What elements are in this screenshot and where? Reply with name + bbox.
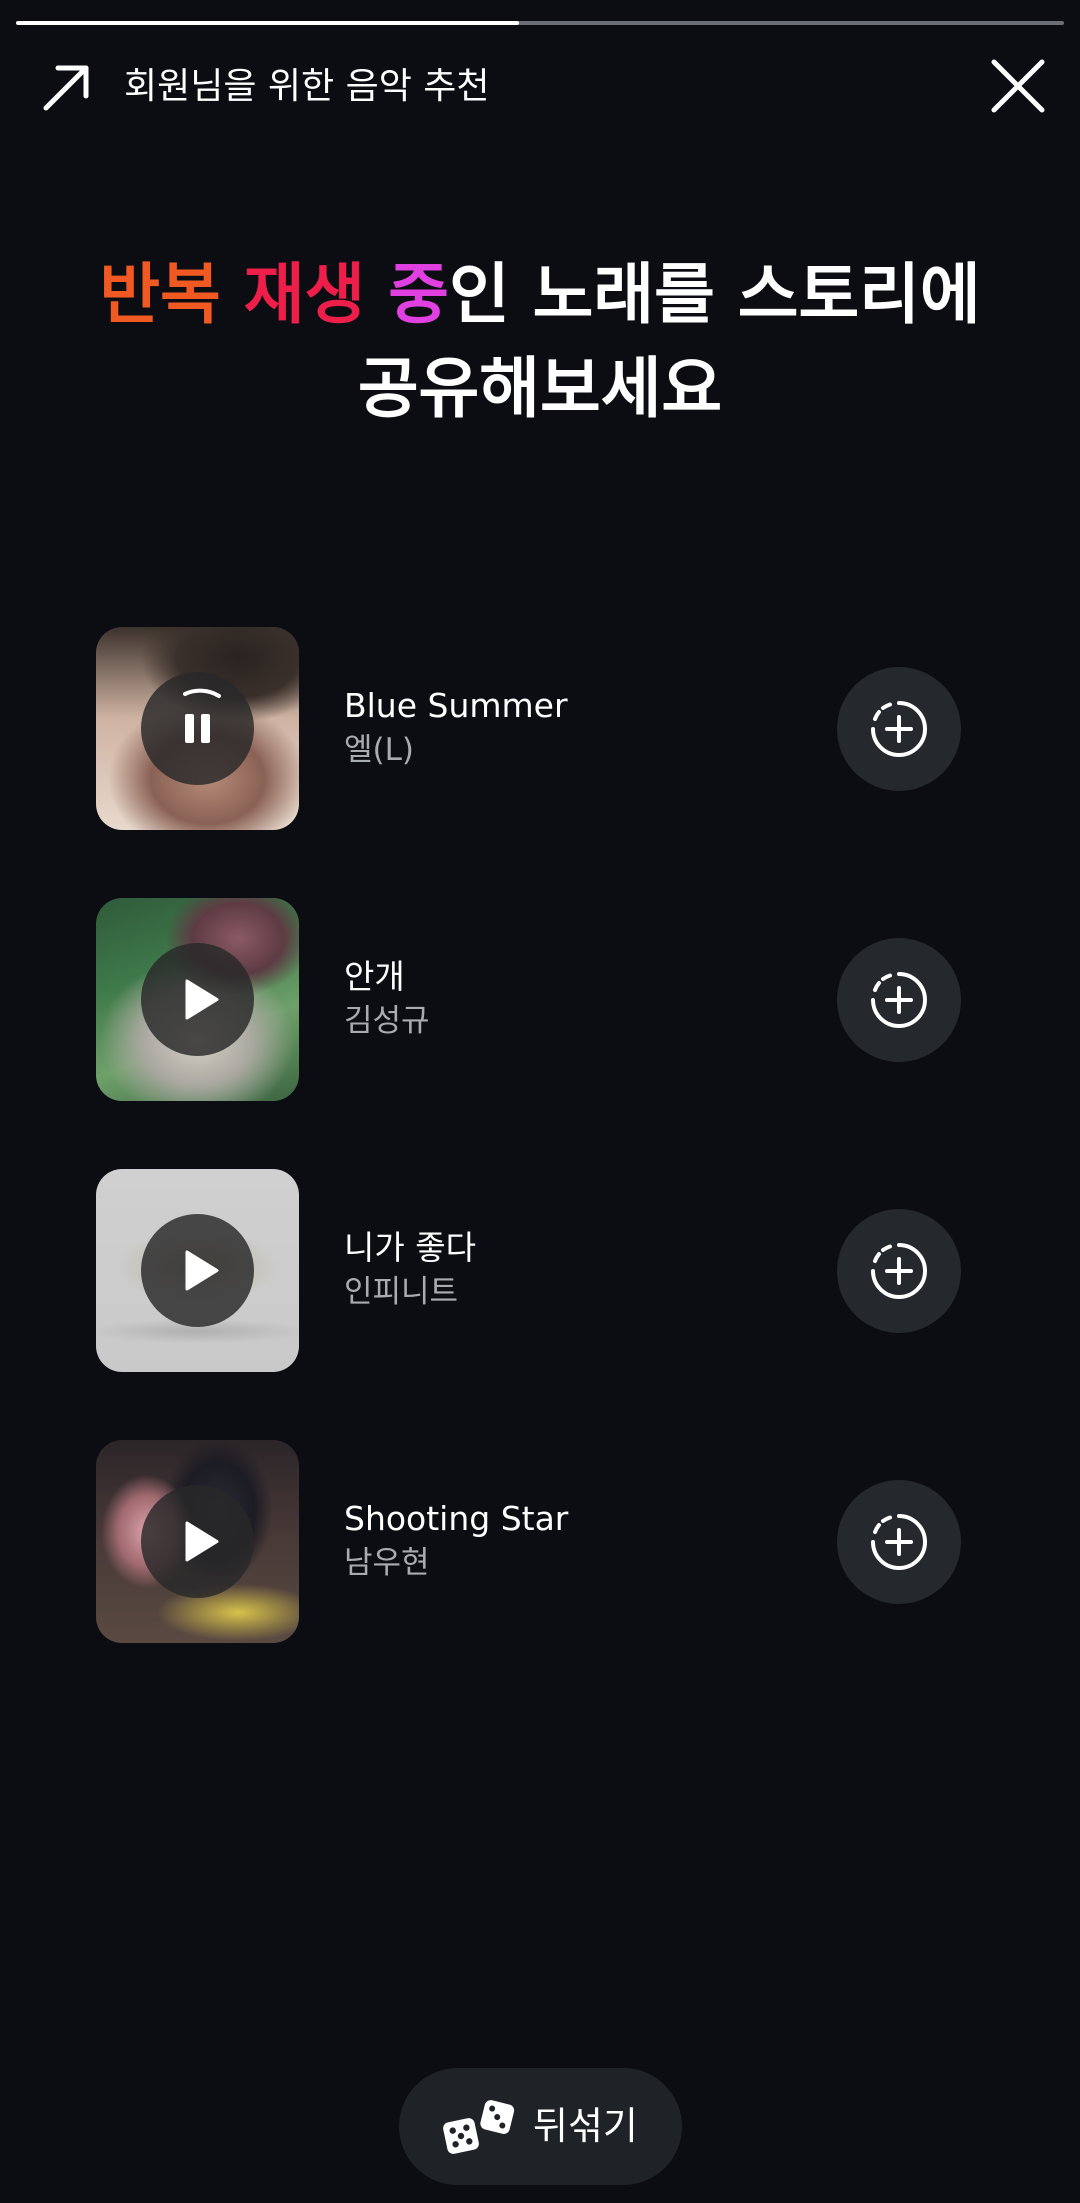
headline-highlight-2: 재생 bbox=[243, 256, 366, 333]
pause-icon bbox=[183, 688, 221, 743]
song-artist: 엘(L) bbox=[344, 732, 414, 768]
song-row: 니가 좋다 인피니트 bbox=[0, 1169, 1080, 1372]
song-row: Blue Summer 엘(L) bbox=[0, 627, 1080, 830]
play-button[interactable] bbox=[141, 943, 254, 1056]
story-progress-bar bbox=[16, 21, 1064, 25]
header: 회원님을 위한 음악 추천 bbox=[0, 50, 1080, 122]
song-row: Shooting Star 남우현 bbox=[0, 1440, 1080, 1643]
play-button[interactable] bbox=[141, 1485, 254, 1598]
play-icon bbox=[185, 1250, 219, 1291]
add-to-story-icon bbox=[871, 1243, 927, 1299]
song-artist: 인피니트 bbox=[344, 1274, 459, 1310]
play-button[interactable] bbox=[141, 1214, 254, 1327]
add-to-story-button[interactable] bbox=[837, 667, 961, 791]
close-icon[interactable] bbox=[990, 58, 1046, 114]
add-to-story-button[interactable] bbox=[837, 1480, 961, 1604]
song-title: 안개 bbox=[344, 957, 405, 996]
story-progress-fill bbox=[16, 21, 520, 25]
shuffle-button[interactable]: 뒤섞기 bbox=[399, 2068, 682, 2185]
song-artist: 김성규 bbox=[344, 1003, 430, 1039]
play-icon bbox=[185, 1521, 219, 1562]
arrow-up-right-icon[interactable] bbox=[40, 60, 94, 114]
add-to-story-button[interactable] bbox=[837, 938, 961, 1062]
play-icon bbox=[185, 979, 219, 1020]
album-art[interactable] bbox=[96, 1169, 299, 1372]
album-art[interactable] bbox=[96, 627, 299, 830]
album-art[interactable] bbox=[96, 1440, 299, 1643]
song-row: 안개 김성규 bbox=[0, 898, 1080, 1101]
headline-highlight-3: 중 bbox=[388, 256, 449, 333]
headline-highlight-1: 반복 bbox=[99, 256, 221, 333]
shuffle-label: 뒤섞기 bbox=[533, 2104, 638, 2148]
pause-button[interactable] bbox=[141, 672, 254, 785]
header-title: 회원님을 위한 음악 추천 bbox=[124, 66, 490, 107]
song-title: 니가 좋다 bbox=[344, 1228, 476, 1267]
song-title: Shooting Star bbox=[344, 1499, 569, 1538]
add-to-story-icon bbox=[871, 972, 927, 1028]
headline-line-2: 공유해보세요 bbox=[357, 350, 723, 427]
add-to-story-icon bbox=[871, 1514, 927, 1570]
headline-rest: 인 노래를 스토리에 bbox=[448, 256, 981, 333]
dice-icon bbox=[443, 2100, 515, 2154]
headline-line-1: 반복 재생 중인 노래를 스토리에 bbox=[0, 248, 1080, 342]
add-to-story-icon bbox=[871, 701, 927, 757]
song-title: Blue Summer bbox=[344, 686, 568, 725]
add-to-story-button[interactable] bbox=[837, 1209, 961, 1333]
song-artist: 남우현 bbox=[344, 1545, 430, 1581]
album-art[interactable] bbox=[96, 898, 299, 1101]
headline: 반복 재생 중인 노래를 스토리에 공유해보세요 bbox=[0, 248, 1080, 436]
